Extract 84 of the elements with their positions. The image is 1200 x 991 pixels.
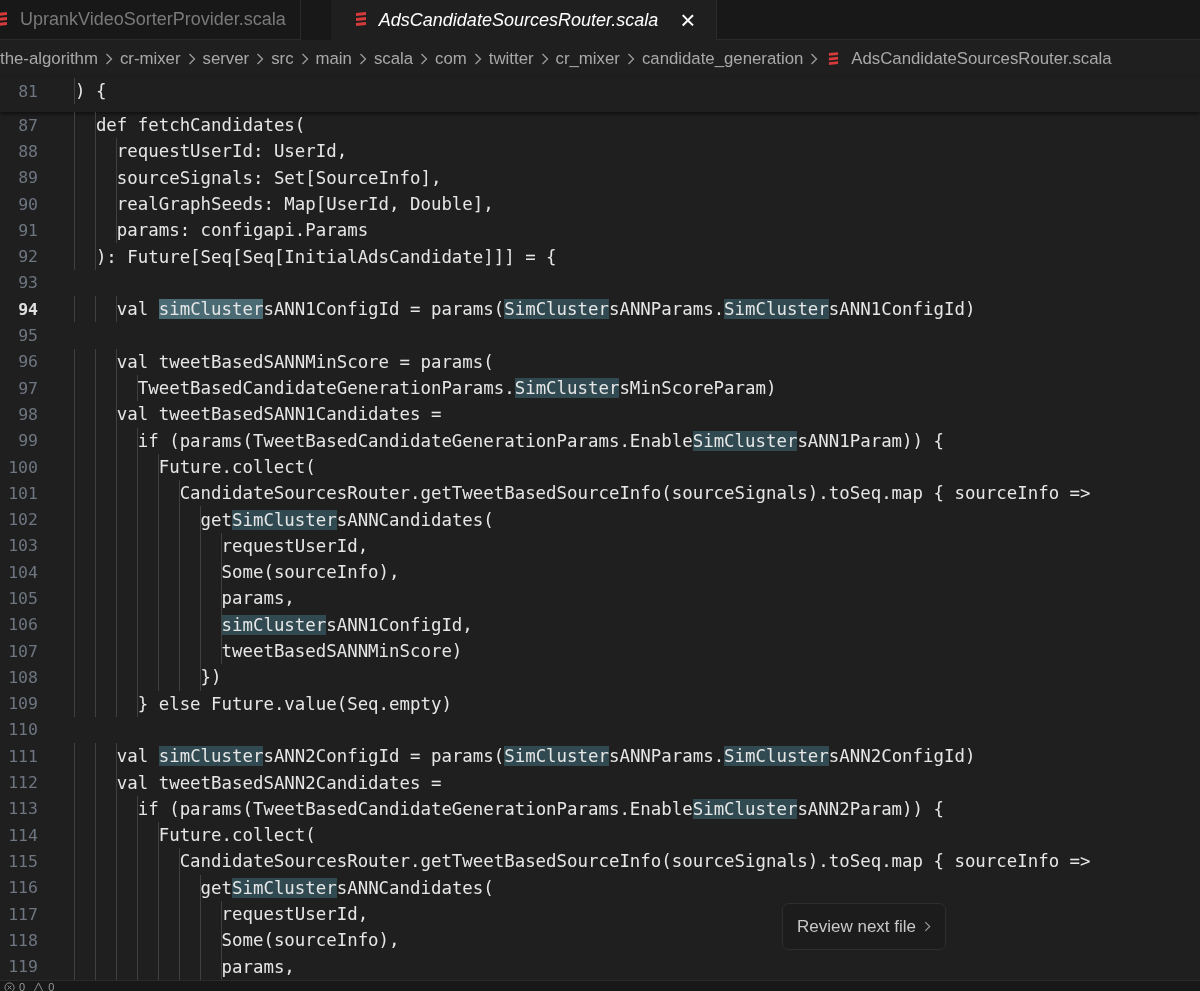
code-line: params: configapi.Params bbox=[116, 220, 369, 241]
line-number: 91 bbox=[17, 220, 38, 240]
editor-tab[interactable]: UprankVideoSorterProvider.scala bbox=[0, 0, 301, 40]
code-line: Future.collect( bbox=[158, 457, 316, 477]
code-line: Future.collect( bbox=[158, 825, 316, 846]
breadcrumb-item[interactable]: cr_mixer bbox=[555, 49, 620, 69]
line-number: 111 bbox=[7, 746, 38, 766]
line-number: 103 bbox=[7, 536, 38, 556]
breadcrumb-item[interactable]: cr-mixer bbox=[119, 49, 181, 69]
line-number: 93 bbox=[17, 273, 38, 293]
code-line: val tweetBasedSANN2Candidates = bbox=[116, 772, 442, 793]
code-line: ): Future[Seq[Seq[InitialAdsCandidate]]] = { bbox=[95, 246, 557, 267]
breadcrumb-item[interactable]: com bbox=[435, 49, 467, 69]
breadcrumb-item[interactable]: AdsCandidateSourcesRouter.scala bbox=[851, 49, 1112, 69]
code-line: val simClustersANN2ConfigId = params(SimClustersANNParams.SimClustersANN2ConfigId) bbox=[116, 746, 976, 767]
code-line: val simClustersANN1ConfigId = params(SimClustersANNParams.SimClustersANN1ConfigId) bbox=[116, 299, 976, 320]
line-number: 98 bbox=[17, 404, 38, 424]
code-line: requestUserId, bbox=[221, 535, 369, 556]
breadcrumb-item[interactable]: candidate_generation bbox=[641, 49, 804, 69]
code-line: params, bbox=[221, 588, 295, 609]
code-line: requestUserId, bbox=[221, 904, 369, 925]
code-line: val tweetBasedSANN1Candidates = bbox=[116, 404, 442, 425]
breadcrumb-item[interactable]: twitter bbox=[488, 49, 534, 69]
line-number: 105 bbox=[7, 589, 38, 608]
line-number: 97 bbox=[17, 378, 38, 398]
line-number: 114 bbox=[7, 825, 38, 845]
line-number: 100 bbox=[7, 457, 38, 477]
breadcrumb-item[interactable]: server bbox=[202, 49, 250, 69]
code-line: params, bbox=[221, 956, 295, 977]
code-line: }) bbox=[200, 667, 222, 688]
code-line: def fetchCandidates( bbox=[95, 115, 306, 136]
code-line: Some(sourceInfo), bbox=[221, 930, 400, 951]
line-number: 113 bbox=[7, 799, 38, 819]
tab-label: UprankVideoSorterProvider.scala bbox=[20, 9, 286, 30]
code-line: sourceSignals: Set[SourceInfo], bbox=[116, 167, 442, 188]
code-line: } else Future.value(Seq.empty) bbox=[137, 693, 452, 714]
tab-label: AdsCandidateSourcesRouter.scala bbox=[378, 9, 659, 31]
code-line: ) { bbox=[74, 81, 107, 102]
breadcrumb-item[interactable]: main bbox=[315, 49, 352, 69]
line-number: 118 bbox=[7, 930, 38, 950]
code-line: simClustersANN1ConfigId, bbox=[221, 614, 473, 635]
line-number: 108 bbox=[7, 667, 38, 687]
code-line: CandidateSourcesRouter.getTweetBasedSourceInfo(sourceSignals).toSeq.map { sourceInfo => bbox=[179, 851, 1091, 872]
breadcrumb-item[interactable]: scala bbox=[373, 49, 414, 69]
line-number: 81 bbox=[17, 81, 38, 101]
code-line: tweetBasedSANNMinScore) bbox=[221, 641, 463, 662]
line-number: 88 bbox=[17, 141, 38, 161]
code-line: if (params(TweetBasedCandidateGenerationParams.EnableSimClustersANN1Param)) { bbox=[137, 430, 944, 451]
line-number: 119 bbox=[7, 957, 38, 977]
code-line: realGraphSeeds: Map[UserId, Double], bbox=[116, 194, 494, 215]
code-line: getSimClustersANNCandidates( bbox=[200, 509, 494, 530]
breadcrumb-item[interactable]: src bbox=[271, 49, 294, 69]
close-icon[interactable]: × bbox=[680, 7, 696, 33]
code-line: requestUserId: UserId, bbox=[116, 141, 348, 162]
code-line: getSimClustersANNCandidates( bbox=[200, 877, 494, 898]
line-number: 99 bbox=[17, 431, 38, 451]
error-count: 0 bbox=[19, 981, 26, 991]
line-number: 115 bbox=[7, 851, 38, 871]
line-number: 112 bbox=[7, 773, 38, 793]
line-number: 90 bbox=[17, 194, 38, 214]
line-number: 101 bbox=[7, 483, 38, 503]
line-number: 109 bbox=[7, 694, 38, 714]
warning-count: 0 bbox=[48, 981, 55, 991]
line-number: 94 bbox=[17, 299, 38, 319]
line-number: 92 bbox=[17, 247, 38, 267]
line-number: 104 bbox=[7, 562, 38, 582]
code-line: TweetBasedCandidateGenerationParams.SimClustersMinScoreParam) bbox=[137, 378, 777, 399]
line-number: 110 bbox=[7, 720, 38, 740]
line-number: 87 bbox=[17, 115, 38, 135]
line-number: 102 bbox=[7, 510, 38, 530]
editor-tab[interactable]: AdsCandidateSourcesRouter.scala × bbox=[330, 0, 717, 40]
code-line: Some(sourceInfo), bbox=[221, 562, 400, 583]
line-number: 107 bbox=[7, 641, 38, 661]
code-line: val tweetBasedSANNMinScore = params( bbox=[116, 351, 494, 372]
breadcrumb-item[interactable]: the-algorithm bbox=[0, 49, 98, 69]
line-number: 95 bbox=[17, 326, 38, 345]
line-number: 117 bbox=[7, 904, 38, 924]
code-line: if (params(TweetBasedCandidateGenerationParams.EnableSimClustersANN2Param)) { bbox=[137, 798, 944, 819]
review-next-file-button[interactable]: Review next file bbox=[782, 903, 947, 950]
code-line: CandidateSourcesRouter.getTweetBasedSourceInfo(sourceSignals).toSeq.map { sourceInfo => bbox=[179, 483, 1091, 504]
line-number: 96 bbox=[17, 352, 38, 372]
line-number: 106 bbox=[7, 615, 38, 635]
line-number: 116 bbox=[7, 878, 38, 898]
line-number: 89 bbox=[17, 168, 38, 188]
